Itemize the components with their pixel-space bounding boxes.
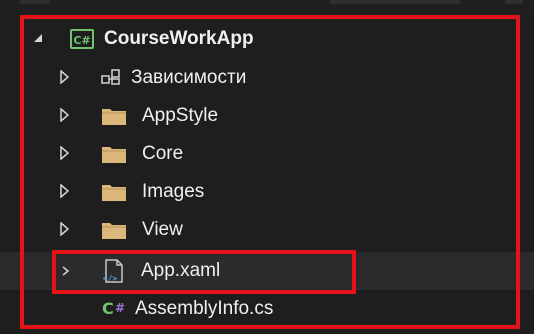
tree-item-label: View [142,219,183,240]
dependencies-icon [100,67,122,87]
xaml-file-icon: </> [103,259,125,284]
tree-item-project[interactable]: C# CourseWorkApp [0,20,534,58]
tree-item-view[interactable]: View [0,210,534,248]
folder-icon [101,182,127,202]
tree-item-core[interactable]: Core [0,134,534,172]
svg-text:#: # [115,301,125,315]
cut-off-toolbar-item [330,0,460,4]
window-top-strip [0,0,534,12]
cut-off-toolbar-item [20,0,50,4]
csharp-project-icon: C# [70,29,94,49]
tree-item-appstyle[interactable]: AppStyle [0,96,534,134]
chevron-right-icon[interactable] [58,263,74,279]
tree-item-app-xaml[interactable]: </> App.xaml [0,252,534,290]
tree-item-images[interactable]: Images [0,172,534,210]
folder-icon [101,220,127,240]
svg-text:C#: C# [73,34,90,47]
tree-item-dependencies[interactable]: Зависимости [0,58,534,96]
cut-off-toolbar-item [505,0,523,4]
chevron-right-icon[interactable] [56,145,72,161]
tree-item-label: Images [142,181,205,202]
chevron-right-icon[interactable] [56,69,72,85]
tree-item-label: AppStyle [142,105,219,126]
solution-explorer-tree: C# CourseWorkApp Зависимости AppStyle Co… [0,12,534,334]
chevron-right-icon[interactable] [56,107,72,123]
tree-item-label: Core [142,143,184,164]
svg-text:</>: </> [103,274,117,283]
svg-text:C: C [102,299,114,318]
chevron-right-icon[interactable] [56,221,72,237]
folder-icon [101,106,127,126]
tree-item-label: App.xaml [141,260,221,281]
csharp-file-icon: C # [102,298,132,318]
chevron-right-icon[interactable] [56,183,72,199]
folder-icon [101,144,127,164]
chevron-down-icon[interactable] [30,30,46,46]
tree-item-label: AssemblyInfo.cs [135,298,274,319]
tree-item-label: Зависимости [131,67,247,88]
project-name: CourseWorkApp [104,28,254,49]
tree-item-assemblyinfo[interactable]: C # AssemblyInfo.cs [0,290,534,328]
